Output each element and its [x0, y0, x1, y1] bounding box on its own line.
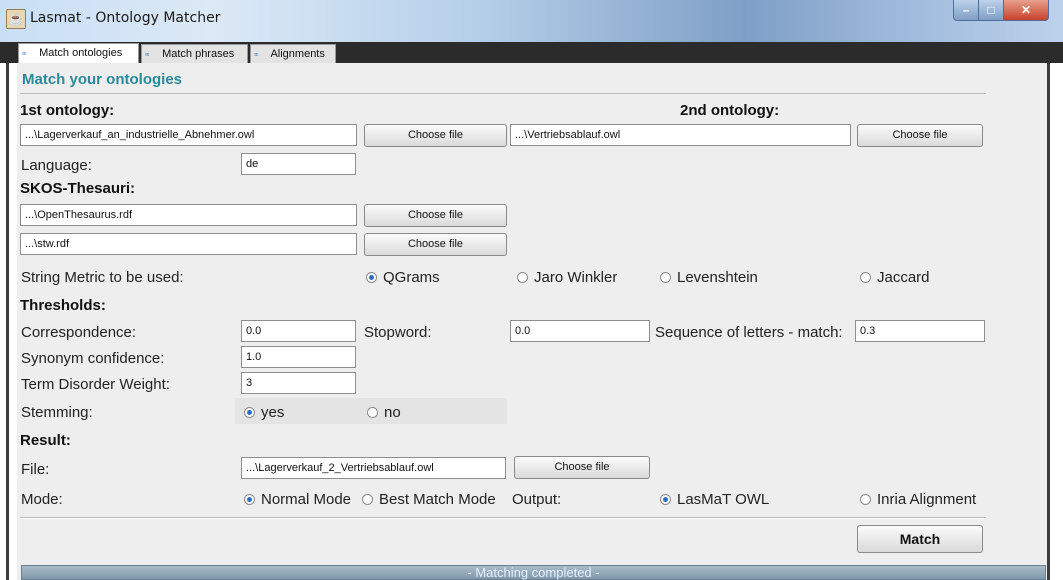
output-option-inria-alignment[interactable]: Inria Alignment: [860, 491, 976, 508]
radio-icon: [362, 494, 373, 505]
thresholds-label: Thresholds:: [20, 297, 106, 314]
sequence-field[interactable]: 0.3: [855, 320, 985, 342]
metric-label: String Metric to be used:: [21, 269, 184, 286]
mode-option-best-match[interactable]: Best Match Mode: [362, 491, 496, 508]
disorder-label: Term Disorder Weight:: [21, 376, 170, 393]
correspondence-field[interactable]: 0.0: [241, 320, 356, 342]
output-option-lasmat-owl[interactable]: LasMaT OWL: [660, 491, 769, 508]
radio-icon: [517, 272, 528, 283]
result-choose-button[interactable]: Choose file: [514, 456, 650, 479]
ontology2-path-field[interactable]: ...\Vertriebsablauf.owl: [510, 124, 851, 146]
metric-option-jaro-winkler[interactable]: Jaro Winkler: [517, 269, 617, 286]
radio-icon: [860, 272, 871, 283]
ontology-icon: ▫▫: [254, 49, 258, 59]
metric-option-qgrams[interactable]: QGrams: [366, 269, 440, 286]
divider: [20, 93, 986, 94]
output-label: Output:: [512, 491, 562, 508]
skos-choose-button-1[interactable]: Choose file: [364, 204, 507, 227]
radio-icon: [860, 494, 871, 505]
ontology-icon: ▫▫: [145, 49, 149, 59]
skos-choose-button-2[interactable]: Choose file: [364, 233, 507, 256]
language-label: Language:: [21, 157, 92, 174]
app-icon: ☕: [6, 9, 26, 29]
radio-selected-icon: [244, 494, 255, 505]
stopword-field[interactable]: 0.0: [510, 320, 650, 342]
left-border: [0, 63, 17, 580]
ontology-icon: ▫▫: [22, 48, 26, 58]
tab-match-ontologies[interactable]: ▫▫ Match ontologies: [18, 43, 139, 64]
tab-match-phrases[interactable]: ▫▫ Match phrases: [141, 44, 248, 63]
match-button[interactable]: Match: [857, 525, 983, 553]
stemming-option-yes[interactable]: yes: [244, 404, 284, 421]
tab-alignments[interactable]: ▫▫ Alignments: [250, 44, 336, 63]
ontology1-label: 1st ontology:: [20, 102, 115, 119]
language-field[interactable]: de: [241, 153, 356, 175]
mode-label: Mode:: [21, 491, 63, 508]
ontology2-choose-button[interactable]: Choose file: [857, 124, 983, 147]
ontology2-label: 2nd ontology:: [680, 102, 780, 119]
maximize-icon[interactable]: □: [978, 0, 1004, 21]
result-file-label: File:: [21, 461, 50, 478]
minimize-icon[interactable]: –: [953, 0, 979, 21]
radio-icon: [367, 407, 378, 418]
synonym-field[interactable]: 1.0: [241, 346, 356, 368]
divider-highlight: [20, 518, 986, 519]
stopword-label: Stopword:: [364, 324, 432, 341]
tab-label: Match ontologies: [39, 47, 123, 59]
window-controls: – □ ✕: [953, 0, 1053, 21]
result-file-field[interactable]: ...\Lagerverkauf_2_Vertriebsablauf.owl: [241, 457, 506, 479]
status-text: - Matching completed -: [467, 565, 600, 580]
ontology1-choose-button[interactable]: Choose file: [364, 124, 507, 147]
metric-option-jaccard[interactable]: Jaccard: [860, 269, 930, 286]
mode-option-normal[interactable]: Normal Mode: [244, 491, 351, 508]
progress-bar: - Matching completed -: [21, 565, 1046, 580]
sequence-label: Sequence of letters - match:: [655, 324, 843, 341]
tab-strip: ▫▫ Match ontologies ▫▫ Match phrases ▫▫ …: [0, 42, 1063, 64]
stemming-option-no[interactable]: no: [367, 404, 401, 421]
radio-icon: [660, 272, 671, 283]
tab-label: Alignments: [270, 48, 325, 60]
page-title: Match your ontologies: [22, 71, 183, 88]
skos-path-field-1[interactable]: ...\OpenThesaurus.rdf: [20, 204, 357, 226]
metric-option-levenshtein[interactable]: Levenshtein: [660, 269, 758, 286]
radio-selected-icon: [660, 494, 671, 505]
tab-label: Match phrases: [162, 48, 235, 60]
radio-selected-icon: [366, 272, 377, 283]
right-border: [1047, 63, 1063, 580]
result-label: Result:: [20, 432, 71, 449]
close-icon[interactable]: ✕: [1003, 0, 1049, 21]
synonym-label: Synonym confidence:: [21, 350, 165, 367]
window-title: Lasmat - Ontology Matcher: [30, 10, 221, 26]
title-bar: ☕ Lasmat - Ontology Matcher – □ ✕: [0, 0, 1063, 42]
correspondence-label: Correspondence:: [21, 324, 137, 341]
skos-label: SKOS-Thesauri:: [20, 180, 136, 197]
disorder-field[interactable]: 3: [241, 372, 356, 394]
skos-path-field-2[interactable]: ...\stw.rdf: [20, 233, 357, 255]
ontology1-path-field[interactable]: ...\Lagerverkauf_an_industrielle_Abnehme…: [20, 124, 357, 146]
stemming-label: Stemming:: [21, 404, 93, 421]
radio-selected-icon: [244, 407, 255, 418]
